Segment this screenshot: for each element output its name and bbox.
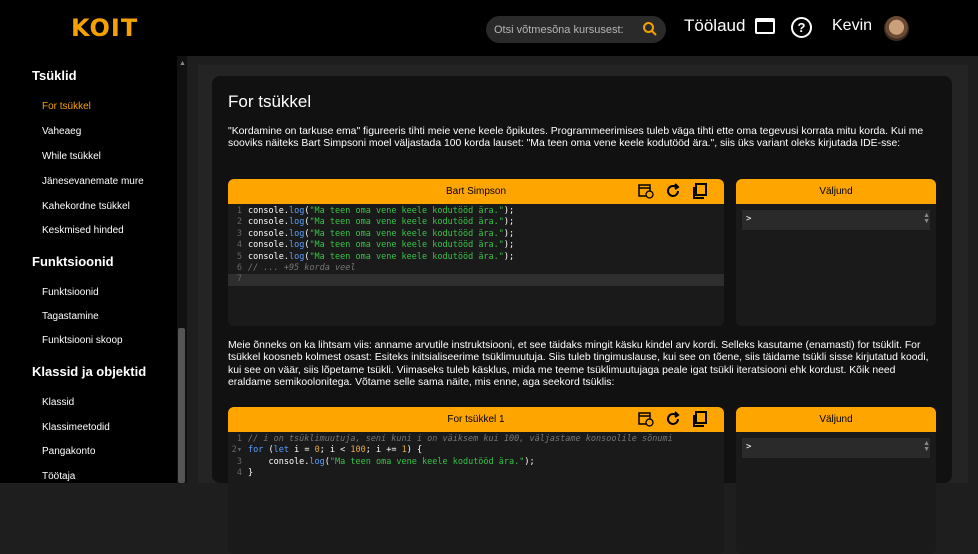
top-bar: KOIT Töölaud ? Kevin [0,0,978,56]
copy-icon[interactable] [692,183,708,199]
logo[interactable]: KOIT [71,14,138,42]
search-box[interactable] [486,16,666,43]
sidebar-item[interactable]: Funktsiooni skoop [42,335,123,346]
dashboard-label[interactable]: Töölaud [684,16,745,36]
sidebar-item[interactable]: Tagastamine [42,311,99,322]
window-icon[interactable] [755,18,776,34]
sidebar-section-title: Funktsioonid [32,254,114,269]
avatar[interactable] [884,16,909,41]
page-title: For tsükkel [228,92,312,111]
output-panel-1: Väljund > ▲ ▼ [736,179,936,326]
run-icon[interactable] [638,183,654,199]
dashboard-link[interactable]: Töölaud [684,16,776,36]
scroll-up-icon[interactable]: ▲ [179,60,186,67]
sidebar-item[interactable]: Töötaja [42,471,75,482]
run-icon[interactable] [638,411,654,427]
output-title: Väljund [736,179,936,204]
output-title: Väljund [736,407,936,432]
search-input[interactable] [494,21,634,38]
sidebar-item[interactable]: Vaheaeg [42,126,81,137]
output-spinner-icon[interactable]: ▲ ▼ [923,212,930,225]
code-area[interactable]: 1 console.log("Ma teen oma vene keele kod… [228,206,724,286]
sidebar-item[interactable]: Klassimeetodid [42,422,110,433]
explanation-paragraph: Meie õnneks on ka lihtsam viis: anname a… [228,340,929,388]
sidebar-scrollbar-thumb[interactable] [178,328,185,483]
user-name[interactable]: Kevin [832,17,872,35]
help-icon[interactable]: ? [791,17,812,38]
output-field[interactable]: > [742,438,930,458]
copy-icon[interactable] [692,411,708,427]
sidebar-item[interactable]: For tsükkel [42,101,91,112]
reset-icon[interactable] [665,183,681,199]
editor-header: Bart Simpson [228,179,724,204]
code-area[interactable]: 1// i on tsüklimuutuja, seni kuni i on v… [228,434,724,480]
sidebar-item[interactable]: While tsükkel [42,151,101,162]
reset-icon[interactable] [665,411,681,427]
output-field[interactable]: > [742,210,930,230]
output-spinner-icon[interactable]: ▲ ▼ [923,440,930,453]
sidebar-section-title: Klassid ja objektid [32,364,147,379]
sidebar: ▲ [0,56,187,483]
code-editor-1[interactable]: Bart Simpson 1 console.log("Ma teen oma v… [228,179,724,326]
sidebar-item[interactable]: Jänesevanemate mure [42,176,144,187]
sidebar-item[interactable]: Kahekordne tsükkel [42,201,130,212]
search-icon[interactable] [642,21,658,37]
sidebar-item[interactable]: Klassid [42,397,74,408]
intro-paragraph: "Kordamine on tarkuse ema" figureeris ti… [228,126,924,150]
sidebar-item[interactable]: Funktsioonid [42,287,99,298]
code-editor-2[interactable]: For tsükkel 1 1// i on tsüklimuutuja, se… [228,407,724,554]
editor-header: For tsükkel 1 [228,407,724,432]
sidebar-item[interactable]: Pangakonto [42,446,95,457]
sidebar-item[interactable]: Keskmised hinded [42,225,124,236]
output-panel-2: Väljund > ▲ ▼ [736,407,936,554]
sidebar-section-title: Tsüklid [32,68,77,83]
